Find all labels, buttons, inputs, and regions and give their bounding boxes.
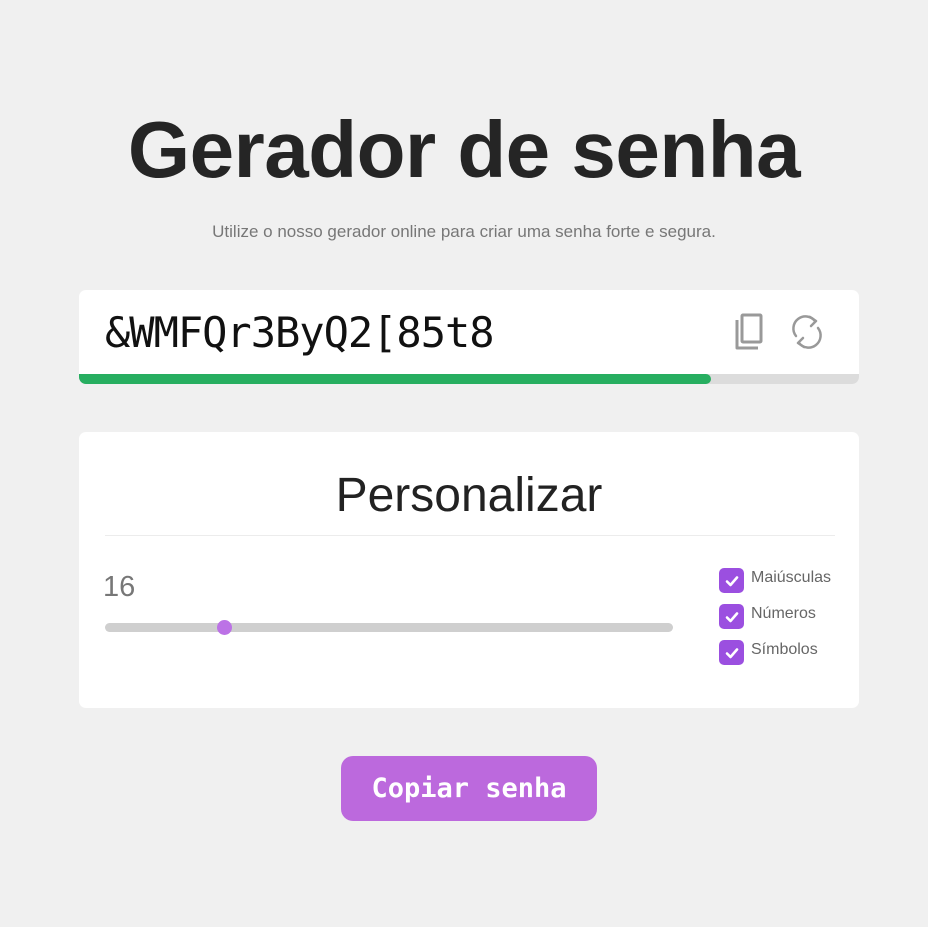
length-slider-thumb[interactable]	[217, 620, 233, 635]
uppercase-label: Maiúsculas	[751, 569, 832, 586]
check-icon	[725, 611, 738, 622]
password-length-value: 16	[103, 571, 136, 603]
numbers-checkbox[interactable]	[719, 604, 744, 629]
symbols-checkbox[interactable]	[719, 640, 744, 665]
copy-password-main-button[interactable]: Copiar senha	[341, 756, 597, 821]
regenerate-password-button[interactable]	[787, 312, 827, 352]
password-display[interactable]: &WMFQr3ByQ2[85t8	[105, 308, 495, 358]
divider	[105, 535, 835, 536]
customize-title: Personalizar	[335, 469, 603, 522]
copy-icon	[735, 313, 763, 350]
refresh-icon	[792, 315, 822, 349]
check-icon	[725, 647, 738, 658]
uppercase-checkbox[interactable]	[719, 568, 744, 593]
check-icon	[725, 575, 738, 586]
customize-card: Personalizar 16 Maiúsculas Números Símbo…	[79, 432, 859, 708]
page-title: Gerador de senha	[127, 105, 801, 194]
symbols-label: Símbolos	[751, 641, 818, 658]
password-strength-fill	[79, 374, 711, 384]
password-strength-bar	[79, 374, 859, 384]
length-slider[interactable]	[105, 620, 673, 635]
copy-password-button[interactable]	[729, 312, 769, 352]
password-card: &WMFQr3ByQ2[85t8	[79, 290, 859, 384]
page-subtitle: Utilize o nosso gerador online para cria…	[212, 222, 716, 241]
numbers-label: Números	[751, 605, 816, 622]
